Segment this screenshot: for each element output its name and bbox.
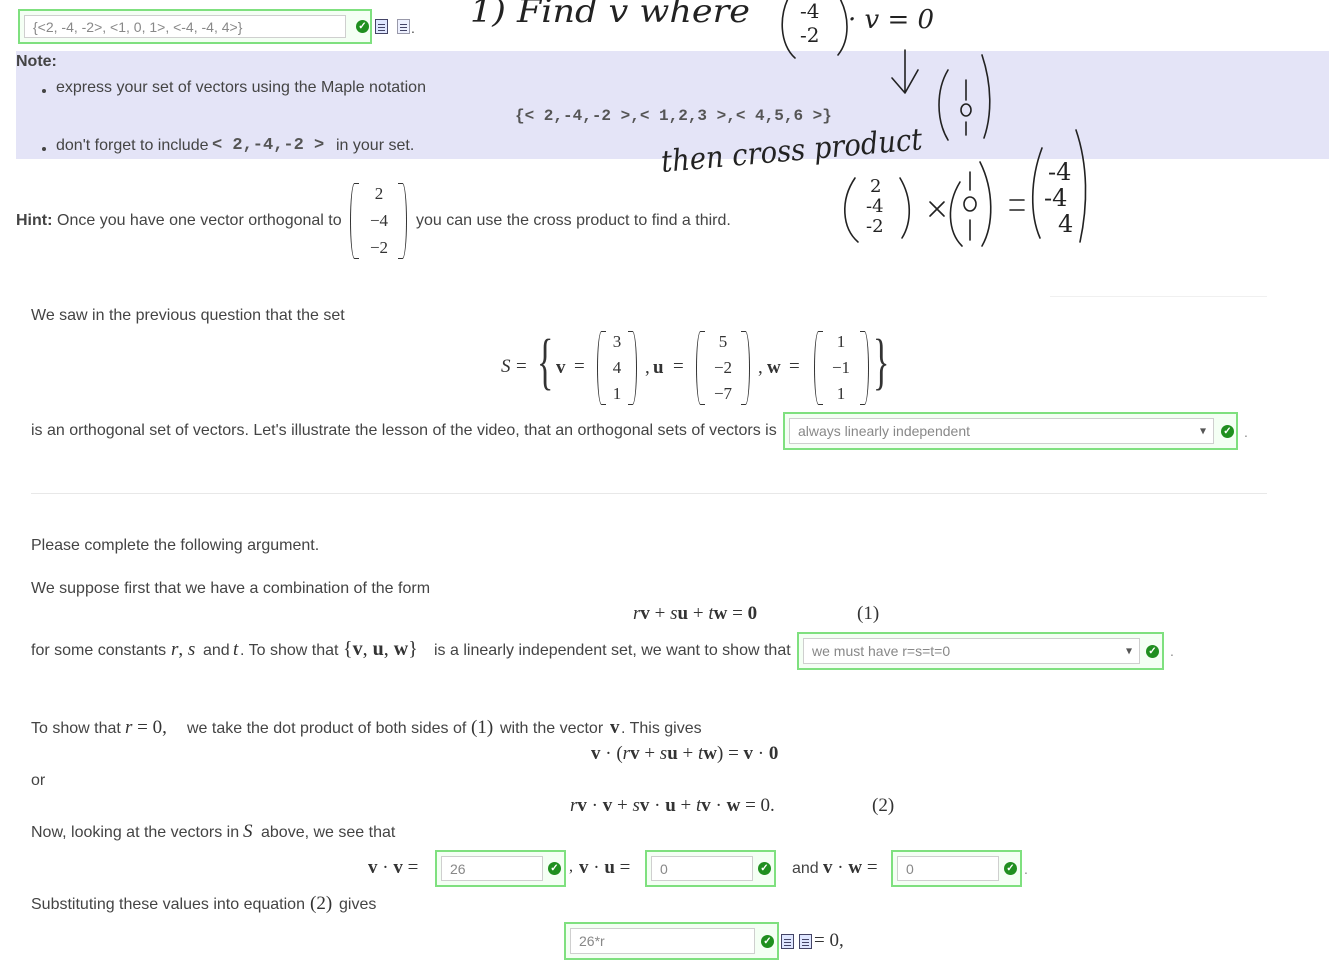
dropdown-1-box: always linearly independent ✓ [783, 412, 1238, 450]
note-example: {< 2,-4,-2 >,< 1,2,3 >,< 4,5,6 >} [515, 107, 832, 125]
substitution-input[interactable]: 26*r [570, 928, 755, 954]
ink-paren-left [781, 0, 796, 59]
svg-text:-2: -2 [866, 216, 884, 237]
hint-label: Hint: [16, 212, 53, 229]
answer-set-box: {<2, -4, -2>, <1, 0, 1>, <-4, -4, 4>} ✓ [18, 9, 372, 44]
vector-v: 341 [612, 332, 622, 403]
or-text: or [31, 772, 46, 789]
correct-check-icon: ✓ [548, 862, 561, 875]
dropdown-2-box: we must have r=s=t=0 ✓ [797, 632, 1164, 670]
bullet [42, 89, 46, 93]
goal-dropdown[interactable]: we must have r=s=t=0 [803, 638, 1140, 664]
svg-text:-4: -4 [800, 0, 819, 23]
hint-pre: Once you have one vector orthogonal to [57, 212, 342, 229]
svg-text:· v = 0: · v = 0 [848, 5, 934, 35]
vu-input[interactable]: 0 [651, 856, 753, 881]
svg-text:-4: -4 [1048, 158, 1071, 186]
argument-intro: Please complete the following argument. [31, 537, 320, 554]
vw-input[interactable]: 0 [897, 856, 999, 881]
correct-check-icon: ✓ [1221, 425, 1234, 438]
note-item-2-pre: don't forget to include [56, 137, 209, 154]
equation-2: rv · v + sv · u + tv · w = 0. [570, 795, 775, 816]
note-item-1: express your set of vectors using the Ma… [56, 79, 426, 96]
hint-post: you can use the cross product to find a … [416, 212, 731, 229]
substitution-tail: = 0, [814, 930, 844, 951]
correct-check-icon: ✓ [356, 20, 369, 33]
vector-u: 5 −2 −7 [713, 332, 733, 403]
independence-dropdown[interactable]: always linearly independent [789, 418, 1214, 444]
set-vuw: {v, u, w} [343, 638, 418, 660]
answer-set-input[interactable]: {<2, -4, -2>, <1, 0, 1>, <-4, -4, 4>} [24, 15, 346, 38]
ink-paren-right [837, 0, 848, 56]
orthogonal-text: is an orthogonal set of vectors. Let's i… [31, 422, 777, 439]
dot-equation: v · (rv + su + tw) = v · 0 [591, 743, 779, 764]
preview-icon[interactable] [781, 934, 794, 949]
hint-vector: 2 −4 −2 [369, 184, 389, 257]
correct-check-icon: ✓ [1146, 645, 1159, 658]
correct-check-icon: ✓ [758, 862, 771, 875]
set-name: S [501, 356, 511, 377]
correct-check-icon: ✓ [1004, 862, 1017, 875]
preview-icon[interactable] [375, 19, 388, 34]
substitution-box: 26*r ✓ [564, 922, 779, 960]
note-title: Note: [16, 53, 57, 70]
equation-1: rv + su + tw = 0 [633, 603, 758, 624]
note-item-2-post: in your set. [336, 137, 415, 154]
equation-1-tag: (1) [857, 603, 880, 624]
note-item-2-vector: < 2,-4,-2 > [212, 136, 325, 155]
vector-w: 1 −1 1 [831, 332, 851, 403]
svg-text:2: 2 [870, 176, 881, 197]
vu-box: 0 ✓ [645, 850, 776, 887]
syntax-icon[interactable] [397, 19, 410, 34]
svg-text:4: 4 [1058, 210, 1073, 238]
combination-intro: We suppose first that we have a combinat… [31, 580, 431, 597]
correct-check-icon: ✓ [761, 935, 774, 948]
vv-box: 26 ✓ [435, 850, 566, 887]
equation-2-tag: (2) [872, 795, 895, 816]
svg-text:-2: -2 [800, 23, 819, 47]
vw-box: 0 ✓ [891, 850, 1022, 887]
set-intro: We saw in the previous question that the… [31, 307, 345, 324]
svg-text:-4: -4 [866, 196, 884, 217]
svg-text:-4: -4 [1044, 184, 1067, 212]
constants-pre: for some constants [31, 642, 167, 659]
bullet [42, 147, 46, 151]
section-divider [31, 493, 1267, 494]
syntax-icon[interactable] [799, 934, 812, 949]
vv-input[interactable]: 26 [441, 856, 543, 881]
handwriting-line-1: 1) Find v where [470, 0, 750, 30]
